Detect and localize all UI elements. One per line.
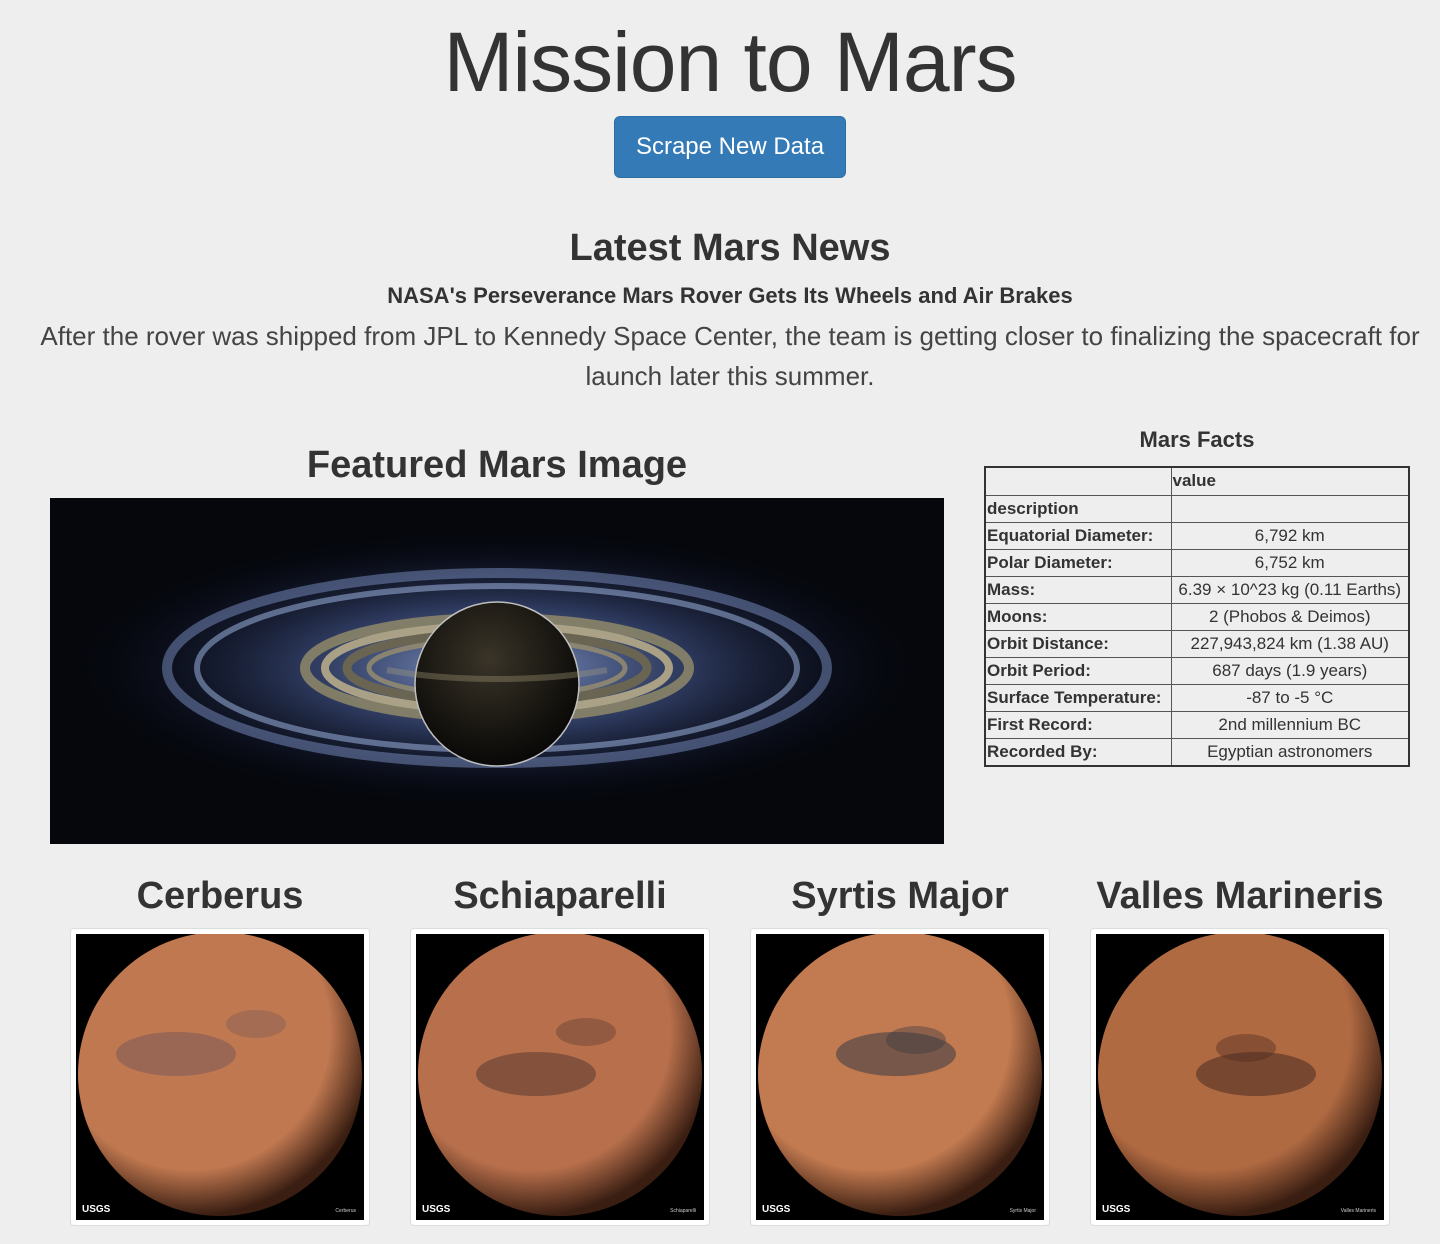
- facts-row-label: Surface Temperature:: [984, 683, 1172, 712]
- facts-row-label: Orbit Period:: [984, 656, 1172, 685]
- facts-row: Orbit Distance: 227,943,824 km (1.38 AU): [984, 629, 1410, 658]
- facts-row-value: 687 days (1.9 years): [1170, 656, 1410, 685]
- facts-index-row: description: [984, 494, 1410, 523]
- hemisphere-card: Schiaparelli USGS Schiaparelli: [410, 870, 710, 1226]
- facts-column-header: value: [1170, 466, 1410, 496]
- mars-globe: [76, 934, 364, 1220]
- hemisphere-image: USGS Cerberus: [76, 934, 364, 1220]
- usgs-logo: USGS: [762, 1204, 791, 1215]
- facts-row: Orbit Period: 687 days (1.9 years): [984, 656, 1410, 685]
- hemisphere-card: Valles Marineris USGS Valles Marineris: [1090, 870, 1390, 1226]
- facts-row: Polar Diameter: 6,752 km: [984, 548, 1410, 577]
- facts-row-value: -87 to -5 °C: [1170, 683, 1410, 712]
- hemisphere-card: Cerberus USGS Cerberus: [70, 870, 370, 1226]
- usgs-logo: USGS: [1102, 1204, 1131, 1215]
- facts-row: Recorded By: Egyptian astronomers: [984, 737, 1410, 766]
- hemisphere-title: Syrtis Major: [791, 875, 1009, 917]
- facts-row-value: 6,792 km: [1170, 521, 1410, 550]
- usgs-logo: USGS: [422, 1204, 451, 1215]
- featured-image-heading: Featured Mars Image: [306, 444, 688, 486]
- image-caption: Valles Marineris: [1340, 1208, 1376, 1214]
- featured-image: [50, 498, 944, 844]
- facts-row-label: Recorded By:: [984, 737, 1172, 766]
- hemisphere-thumbnail[interactable]: USGS Schiaparelli: [410, 928, 710, 1226]
- facts-header-row: value: [984, 466, 1410, 496]
- mars-globe: [1096, 934, 1384, 1220]
- facts-header-blank: [984, 466, 1172, 496]
- hemisphere-card: Syrtis Major USGS Syrtis Major: [750, 870, 1050, 1226]
- news-heading: Latest Mars News: [569, 227, 891, 269]
- facts-row: Surface Temperature: -87 to -5 °C: [984, 683, 1410, 712]
- hemisphere-thumbnail[interactable]: USGS Syrtis Major: [750, 928, 1050, 1226]
- hemisphere-thumbnail[interactable]: USGS Valles Marineris: [1090, 928, 1390, 1226]
- image-caption: Cerberus: [335, 1208, 356, 1214]
- facts-row: Moons: 2 (Phobos & Deimos): [984, 602, 1410, 631]
- mars-globe: [756, 934, 1044, 1220]
- facts-row: First Record: 2nd millennium BC: [984, 710, 1410, 739]
- saturn-image: [50, 498, 944, 844]
- facts-row-label: Equatorial Diameter:: [984, 521, 1172, 550]
- mars-globe: [416, 934, 704, 1220]
- facts-row-label: Orbit Distance:: [984, 629, 1172, 658]
- news-title: NASA's Perseverance Mars Rover Gets Its …: [387, 283, 1073, 308]
- facts-row-label: Mass:: [984, 575, 1172, 604]
- facts-index-blank: [1170, 494, 1410, 523]
- hemisphere-image: USGS Valles Marineris: [1096, 934, 1384, 1220]
- facts-row-value: 6,752 km: [1170, 548, 1410, 577]
- facts-row-value: 6.39 × 10^23 kg (0.11 Earths): [1170, 575, 1410, 604]
- facts-row-label: Polar Diameter:: [984, 548, 1172, 577]
- hemisphere-title: Cerberus: [136, 875, 304, 917]
- hemisphere-title: Valles Marineris: [1096, 875, 1384, 917]
- facts-row-value: 2 (Phobos & Deimos): [1170, 602, 1410, 631]
- image-caption: Schiaparelli: [670, 1208, 696, 1214]
- facts-index-label: description: [984, 494, 1172, 523]
- facts-row: Mass: 6.39 × 10^23 kg (0.11 Earths): [984, 575, 1410, 604]
- news-paragraph: After the rover was shipped from JPL to …: [40, 321, 1420, 391]
- mars-facts-heading: Mars Facts: [1139, 427, 1255, 452]
- facts-row-value: 2nd millennium BC: [1170, 710, 1410, 739]
- facts-row-label: First Record:: [984, 710, 1172, 739]
- scrape-new-data-button[interactable]: Scrape New Data: [614, 116, 846, 178]
- hemisphere-thumbnail[interactable]: USGS Cerberus: [70, 928, 370, 1226]
- mars-facts-table: value description Equatorial Diameter: 6,…: [984, 466, 1410, 767]
- usgs-logo: USGS: [82, 1204, 111, 1215]
- hemisphere-image: USGS Schiaparelli: [416, 934, 704, 1220]
- facts-row-label: Moons:: [984, 602, 1172, 631]
- facts-row-value: Egyptian astronomers: [1170, 737, 1410, 766]
- image-caption: Syrtis Major: [1009, 1208, 1036, 1214]
- hemisphere-title: Schiaparelli: [453, 875, 667, 917]
- page-title: Mission to Mars: [443, 15, 1017, 109]
- facts-row: Equatorial Diameter: 6,792 km: [984, 521, 1410, 550]
- facts-row-value: 227,943,824 km (1.38 AU): [1170, 629, 1410, 658]
- hemisphere-image: USGS Syrtis Major: [756, 934, 1044, 1220]
